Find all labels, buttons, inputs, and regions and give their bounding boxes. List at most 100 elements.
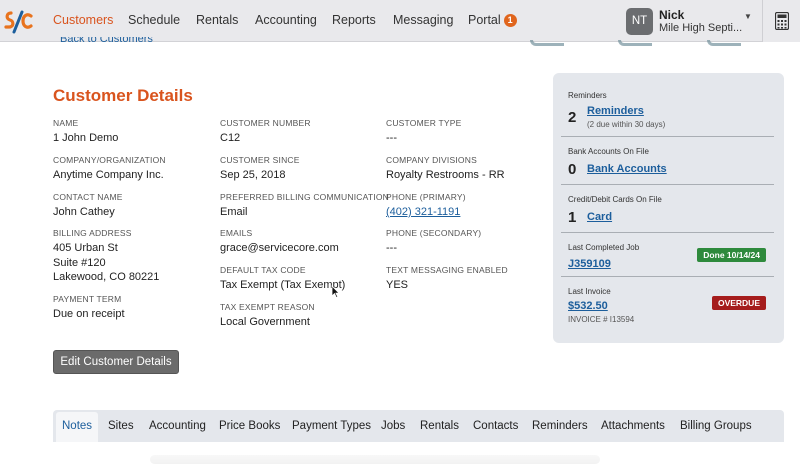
nav-accounting[interactable]: Accounting [255,13,317,27]
field-value: Anytime Company Inc. [53,169,164,181]
last-job-link[interactable]: J359109 [568,258,611,270]
field-payment-term: PAYMENT TERM Due on receipt [53,294,125,322]
field-label: TEXT MESSAGING ENABLED [386,265,508,275]
bank-accounts-count: 0 [568,161,577,178]
tab-accounting[interactable]: Accounting [149,420,206,432]
tab-attachments[interactable]: Attachments [601,420,665,432]
edit-customer-details-button[interactable]: Edit Customer Details [53,350,179,374]
reminders-row: Reminders 2 Reminders (2 due within 30 d… [561,81,774,137]
user-name: Nick [659,8,685,22]
cards-count: 1 [568,209,577,226]
customer-summary-panel: Reminders 2 Reminders (2 due within 30 d… [553,73,784,343]
tab-sites[interactable]: Sites [108,420,134,432]
status-badge: Done 10/14/24 [697,248,766,262]
nav-portal-label: Portal [468,13,501,27]
tab-contacts[interactable]: Contacts [473,420,518,432]
field-value: --- [386,132,397,144]
portal-notification-badge: 1 [503,14,517,27]
nav-portal[interactable]: Portal 1 [468,13,517,27]
back-link-label: Back to Customers [60,37,153,45]
field-name: NAME 1 John Demo [53,118,118,146]
tab-notes[interactable]: Notes [62,420,92,432]
field-value: Sep 25, 2018 [220,169,286,181]
last-invoice-link[interactable]: $532.50 [568,300,608,312]
field-company-divisions: COMPANY DIVISIONS Royalty Restrooms - RR [386,155,505,183]
bank-accounts-link[interactable]: Bank Accounts [587,163,667,175]
field-label: DEFAULT TAX CODE [220,265,306,275]
nav-messaging[interactable]: Messaging [393,13,453,27]
field-phone-primary: PHONE (PRIMARY) (402) 321-1191 [386,192,466,220]
field-customer-since: CUSTOMER SINCE Sep 25, 2018 [220,155,300,183]
field-emails: EMAILS grace@servicecore.com [220,228,339,256]
last-job-label: Last Completed Job [568,243,640,252]
reminders-label: Reminders [568,91,607,100]
mouse-pointer-icon [331,285,340,299]
nav-reports[interactable]: Reports [332,13,376,27]
field-customer-number: CUSTOMER NUMBER C12 [220,118,311,146]
tab-payment-types[interactable]: Payment Types [292,420,371,432]
nav-customers[interactable]: Customers [53,13,113,27]
field-value: C12 [220,132,241,144]
field-label: PREFERRED BILLING COMMUNICATION [220,192,389,202]
card-link[interactable]: Card [587,211,612,223]
tab-reminders[interactable]: Reminders [532,420,588,432]
address-line-2: Suite #120 [53,256,106,269]
field-label: TAX EXEMPT REASON [220,302,315,312]
field-text-messaging: TEXT MESSAGING ENABLED YES [386,265,508,293]
tab-jobs[interactable]: Jobs [381,420,405,432]
chevron-down-icon: ▼ [744,12,752,21]
field-label: BILLING ADDRESS [53,228,132,238]
cards-label: Credit/Debit Cards On File [568,195,662,204]
field-billing-address: BILLING ADDRESS 405 Urban St Suite #120 … [53,228,159,285]
field-value: 1 John Demo [53,132,119,144]
field-value: Email [220,206,248,218]
tab-billing-groups[interactable]: Billing Groups [680,420,752,432]
last-completed-job-row: Last Completed Job J359109 Done 10/14/24 [561,233,774,277]
field-label: PHONE (PRIMARY) [386,192,466,202]
field-label: NAME [53,118,79,128]
reminders-count: 2 [568,109,577,126]
field-label: PAYMENT TERM [53,294,122,304]
field-customer-type: CUSTOMER TYPE --- [386,118,462,146]
nav-rentals[interactable]: Rentals [196,13,238,27]
field-value: John Cathey [53,206,115,218]
field-label: COMPANY DIVISIONS [386,155,477,165]
field-label: CUSTOMER NUMBER [220,118,311,128]
tab-price-books[interactable]: Price Books [219,420,280,432]
address-line-1: 405 Urban St [53,242,118,254]
user-menu[interactable]: NT Nick Mile High Septi... ▼ [616,0,762,42]
nav-schedule[interactable]: Schedule [128,13,180,27]
servicecore-logo[interactable] [2,6,34,38]
reminders-link[interactable]: Reminders [587,105,644,117]
field-value: Royalty Restrooms - RR [386,169,505,181]
tab-rentals[interactable]: Rentals [420,420,459,432]
last-invoice-row: Last Invoice $532.50 INVOICE # I13594 OV… [561,277,774,335]
field-company: COMPANY/ORGANIZATION Anytime Company Inc… [53,155,166,183]
top-navigation: Customers Schedule Rentals Accounting Re… [0,0,800,42]
field-value: Due on receipt [53,308,125,320]
invoice-number: INVOICE # I13594 [568,315,635,324]
field-tax-code: DEFAULT TAX CODE Tax Exempt (Tax Exempt) [220,265,345,293]
field-label: PHONE (SECONDARY) [386,228,482,238]
back-to-customers-link[interactable]: Back to Customers [60,37,153,45]
page-title: Customer Details [53,86,193,105]
field-label: CUSTOMER SINCE [220,155,300,165]
phone-primary-link[interactable]: (402) 321-1191 [386,206,466,220]
user-organization: Mile High Septi... [659,22,743,34]
field-label: CUSTOMER TYPE [386,118,462,128]
header-tab-edge [530,40,564,46]
header-tab-edge [618,40,652,46]
content-card-edge [150,455,600,464]
bank-accounts-row: Bank Accounts On File 0 Bank Accounts [561,137,774,185]
field-label: EMAILS [220,228,253,238]
address-line-3: Lakewood, CO 80221 [53,271,160,283]
reminders-sub: (2 due within 30 days) [587,120,666,129]
calculator-button[interactable] [762,0,800,42]
field-value: grace@servicecore.com [220,242,339,254]
avatar: NT [626,8,653,35]
field-value: --- [386,242,397,254]
last-invoice-label: Last Invoice [568,287,611,296]
field-value: Local Government [220,316,310,328]
calculator-icon [775,12,789,30]
field-billing-communication: PREFERRED BILLING COMMUNICATION Email [220,192,389,220]
